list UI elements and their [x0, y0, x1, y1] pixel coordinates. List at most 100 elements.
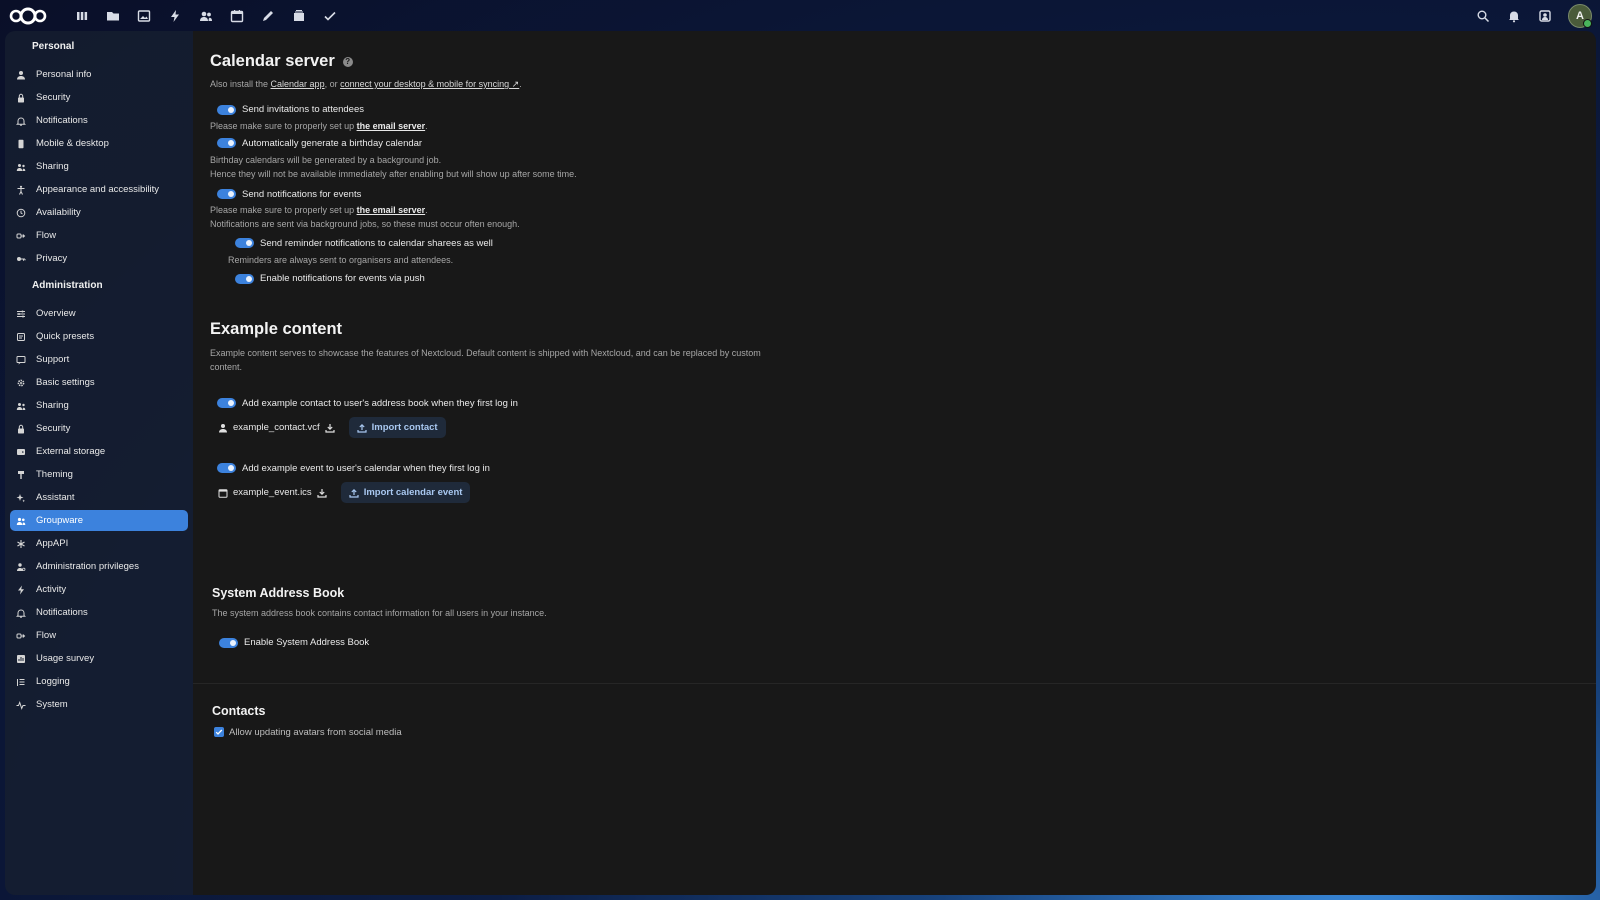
system-address-book-row[interactable]: Enable System Address Book — [219, 635, 772, 651]
sidebar-item-label: Notifications — [36, 607, 88, 618]
nextcloud-logo-icon[interactable] — [8, 6, 48, 26]
activity-icon[interactable] — [159, 0, 190, 31]
sidebar-item-system[interactable]: System — [10, 694, 188, 715]
sidebar-item-label: Security — [36, 423, 71, 434]
sidebar-item-activity[interactable]: Activity — [10, 579, 188, 600]
sidebar-item-flow[interactable]: Flow — [10, 225, 188, 246]
download-icon[interactable] — [325, 423, 335, 433]
sidebar-item-personal-info[interactable]: Personal info — [10, 64, 188, 85]
birthday-toggle[interactable] — [217, 138, 236, 148]
birthday-note-2: Hence they will not be available immedia… — [210, 168, 577, 179]
birthday-row[interactable]: Automatically generate a birthday calend… — [217, 135, 810, 151]
sidebar-item-security[interactable]: Security — [10, 418, 188, 439]
sidebar-item-sharing[interactable]: Sharing — [10, 395, 188, 416]
photos-icon[interactable] — [128, 0, 159, 31]
sidebar-item-label: Logging — [36, 676, 70, 687]
sidebar-item-assistant[interactable]: Assistant — [10, 487, 188, 508]
social-avatars-checkbox[interactable] — [214, 727, 224, 737]
sidebar-item-label: Usage survey — [36, 653, 95, 664]
sidebar-item-administration-privileges[interactable]: Administration privileges — [10, 556, 188, 577]
notes-icon[interactable] — [252, 0, 283, 31]
invitations-label: Send invitations to attendees — [242, 104, 365, 115]
email-server-link[interactable]: the email server — [357, 121, 426, 131]
invitations-toggle[interactable] — [217, 104, 236, 115]
system-address-book-toggle[interactable] — [219, 637, 238, 648]
sidebar-item-logging[interactable]: Logging — [10, 671, 188, 692]
sidebar-item-support[interactable]: Support — [10, 349, 188, 370]
brush-icon — [15, 469, 27, 481]
push-label: Enable notifications for events via push — [260, 273, 425, 284]
sidebar-item-label: Flow — [36, 230, 57, 241]
sidebar-item-label: System — [36, 699, 68, 710]
calendar-intro: Also install the Calendar app, or connec… — [210, 78, 810, 92]
sidebar-item-mobile-desktop[interactable]: Mobile & desktop — [10, 133, 188, 154]
sidebar-item-sharing[interactable]: Sharing — [10, 156, 188, 177]
sidebar-item-appearance-and-accessibility[interactable]: Appearance and accessibility — [10, 179, 188, 200]
settings-sidebar: Personal Personal info Security Notificati… — [5, 31, 193, 895]
sidebar-item-usage-survey[interactable]: Usage survey — [10, 648, 188, 669]
sidebar-item-notifications[interactable]: Notifications — [10, 110, 188, 131]
sidebar-item-theming[interactable]: Theming — [10, 464, 188, 485]
download-icon[interactable] — [317, 488, 327, 498]
import-contact-button[interactable]: Import contact — [348, 417, 446, 438]
sidebar-item-privacy[interactable]: Privacy — [10, 248, 188, 269]
sidebar-item-label: Flow — [36, 630, 57, 641]
groupware-settings-content: Calendar server? Also install the Calend… — [193, 31, 1596, 895]
example-event-toggle[interactable] — [217, 463, 236, 473]
calendar-server-title: Calendar server? — [210, 52, 810, 71]
sidebar-item-quick-presets[interactable]: Quick presets — [10, 326, 188, 347]
import-calendar-event-button[interactable]: Import calendar event — [340, 482, 471, 503]
sidebar-item-external-storage[interactable]: External storage — [10, 441, 188, 462]
lock-icon — [15, 92, 27, 104]
example-contact-toggle[interactable] — [217, 398, 236, 408]
reminders-toggle[interactable] — [235, 238, 254, 248]
example-content-desc: Example content serves to showcase the f… — [210, 348, 761, 372]
sidebar-item-security[interactable]: Security — [10, 87, 188, 108]
calendar-icon[interactable] — [221, 0, 252, 31]
reminders-row[interactable]: Send reminder notifications to calendar … — [235, 235, 810, 251]
dashboard-icon[interactable] — [66, 0, 97, 31]
notifications-bell-icon[interactable] — [1498, 0, 1529, 31]
deck-icon[interactable] — [283, 0, 314, 31]
upload-icon — [349, 488, 359, 498]
support-icon — [15, 354, 27, 366]
calendar-app-link[interactable]: Calendar app — [271, 79, 325, 89]
calendar-server-title-text: Calendar server — [210, 52, 335, 70]
example-event-file-row: example_event.ics Import calendar event — [217, 482, 770, 503]
sidebar-item-notifications[interactable]: Notifications — [10, 602, 188, 623]
help-icon[interactable]: ? — [342, 56, 353, 67]
sidebar-item-label: Overview — [36, 308, 76, 319]
example-contact-row[interactable]: Add example contact to user's address bo… — [217, 395, 770, 411]
example-event-row[interactable]: Add example event to user's calendar whe… — [217, 460, 770, 476]
flow-icon — [15, 630, 27, 642]
sidebar-item-availability[interactable]: Availability — [10, 202, 188, 223]
event-notifications-toggle[interactable] — [217, 189, 236, 199]
notif-email-server-link[interactable]: the email server — [357, 205, 426, 215]
accessibility-icon — [15, 184, 27, 196]
contacts-menu-icon[interactable] — [1529, 0, 1560, 31]
sidebar-item-groupware[interactable]: Groupware — [10, 510, 188, 531]
sync-link[interactable]: connect your desktop & mobile for syncin… — [340, 79, 519, 89]
search-icon[interactable] — [1467, 0, 1498, 31]
sidebar-item-flow[interactable]: Flow — [10, 625, 188, 646]
intro-mid: , or — [324, 79, 341, 89]
sidebar-item-label: Activity — [36, 584, 67, 595]
push-toggle[interactable] — [235, 273, 254, 284]
invitations-row[interactable]: Send invitations to attendees — [217, 102, 810, 118]
social-avatars-row[interactable]: Allow updating avatars from social media — [214, 724, 772, 740]
event-notifications-row[interactable]: Send notifications for events — [217, 186, 810, 202]
sidebar-item-basic-settings[interactable]: Basic settings — [10, 372, 188, 393]
sidebar-item-overview[interactable]: Overview — [10, 303, 188, 324]
avatar-letter: A — [1576, 9, 1584, 22]
push-row[interactable]: Enable notifications for events via push — [235, 271, 810, 287]
reminders-note: Reminders are always sent to organisers … — [228, 255, 454, 265]
phone-icon — [15, 138, 27, 150]
avatar[interactable]: A — [1568, 3, 1592, 28]
example-event-filename: example_event.ics — [233, 487, 312, 498]
files-icon[interactable] — [97, 0, 128, 31]
sidebar-item-appapi[interactable]: AppAPI — [10, 533, 188, 554]
tasks-icon[interactable] — [314, 0, 345, 31]
contacts-icon[interactable] — [190, 0, 221, 31]
notif-note-2: Notifications are sent via background jo… — [210, 218, 520, 229]
example-event-label: Add example event to user's calendar whe… — [242, 462, 490, 474]
